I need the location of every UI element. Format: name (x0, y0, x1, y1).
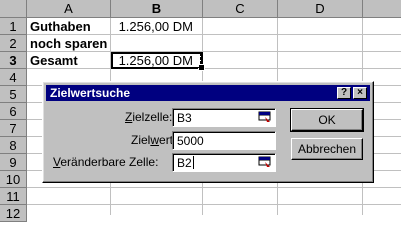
row-header-10[interactable]: 10 (0, 171, 27, 188)
cell-a3[interactable]: Gesamt (27, 51, 111, 69)
cell-b1[interactable]: 1.256,00 DM (111, 17, 203, 35)
row-header-9[interactable]: 9 (0, 154, 27, 171)
column-header-a[interactable]: A (27, 0, 111, 18)
row-header-11[interactable]: 11 (0, 188, 27, 205)
row-header-6[interactable]: 6 (0, 103, 27, 120)
ok-button[interactable]: OK (290, 108, 364, 132)
row-header-5[interactable]: 5 (0, 86, 27, 103)
gridline (27, 187, 401, 188)
column-header-e[interactable] (363, 0, 401, 18)
row-header-12[interactable]: 12 (0, 205, 27, 222)
reference-marquee (112, 53, 201, 68)
row-header-7[interactable]: 7 (0, 120, 27, 137)
help-button[interactable]: ? (337, 87, 351, 99)
gridline (27, 204, 401, 205)
goal-seek-dialog: Zielwertsuche ? × Zielzelle: B3 Zielwert… (42, 81, 374, 183)
select-all-corner[interactable] (0, 0, 27, 18)
row-header-4[interactable]: 4 (0, 69, 27, 86)
cell-a2[interactable]: noch sparen (27, 34, 111, 52)
range-select-icon[interactable] (258, 156, 272, 169)
column-header-d[interactable]: D (278, 0, 363, 18)
range-select-icon[interactable] (258, 111, 272, 124)
zielwert-label: Zielwert: (131, 133, 177, 147)
row-header-8[interactable]: 8 (0, 137, 27, 154)
row-header-3[interactable]: 3 (0, 52, 27, 69)
row-header-1[interactable]: 1 (0, 18, 27, 35)
zielzelle-input[interactable]: B3 (172, 108, 276, 127)
zielwert-input[interactable]: 5000 (172, 131, 276, 150)
cell-a1[interactable]: Guthaben (27, 17, 111, 35)
close-icon: × (357, 87, 363, 98)
row-header-2[interactable]: 2 (0, 35, 27, 52)
dialog-title: Zielwertsuche (50, 86, 131, 100)
cell-b2[interactable] (111, 34, 203, 52)
veraenderbare-zelle-value: B2 (177, 155, 192, 170)
zielwert-value: 5000 (177, 133, 204, 148)
dialog-titlebar[interactable]: Zielwertsuche ? × (46, 85, 370, 101)
veraenderbare-zelle-label: Veränderbare Zelle: (53, 155, 159, 169)
zielzelle-label: Zielzelle: (125, 110, 173, 124)
column-header-c[interactable]: C (203, 0, 278, 18)
help-icon: ? (340, 87, 348, 98)
cancel-button[interactable]: Abbrechen (291, 138, 363, 160)
veraenderbare-zelle-input[interactable]: B2 (172, 153, 276, 172)
close-button[interactable]: × (353, 87, 367, 99)
text-cursor (192, 156, 194, 169)
zielzelle-value: B3 (177, 110, 192, 125)
column-header-b[interactable]: B (111, 0, 203, 18)
